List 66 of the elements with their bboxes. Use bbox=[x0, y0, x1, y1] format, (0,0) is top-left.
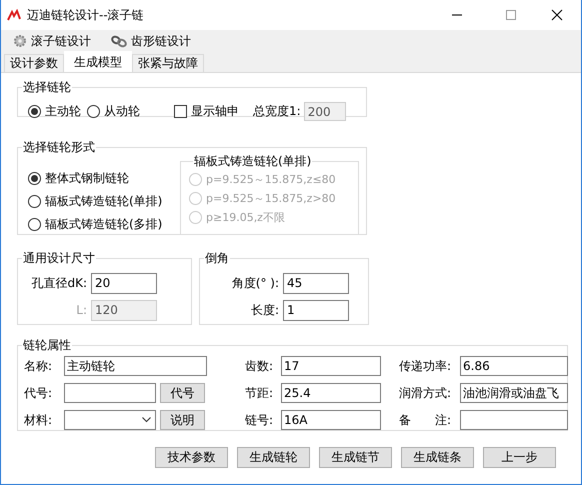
field-label: 角度(° ): bbox=[232, 274, 279, 292]
tab[interactable]: 生成模型 bbox=[64, 51, 132, 72]
radio-label: 辐板式铸造链轮(多排) bbox=[45, 216, 162, 233]
input-field[interactable]: 6.86 bbox=[460, 356, 568, 376]
input-field[interactable]: 25.4 bbox=[281, 383, 381, 403]
radio-button[interactable] bbox=[28, 105, 41, 118]
radio-label: 整体式钢制链轮 bbox=[45, 170, 129, 187]
field-label: 总宽度1: bbox=[253, 103, 301, 120]
group-title: 选择链轮 bbox=[22, 79, 72, 96]
input-field[interactable]: 16A bbox=[281, 410, 381, 430]
field-label: 名称: bbox=[24, 358, 54, 374]
chain-icon[interactable] bbox=[111, 34, 127, 48]
field-label: 材料: bbox=[24, 412, 54, 428]
radio-label: p=9.525～15.875,z≤80 bbox=[206, 172, 336, 187]
code-button[interactable]: 代号 bbox=[160, 383, 205, 403]
group-title: 倒角 bbox=[204, 250, 230, 267]
input-field[interactable] bbox=[64, 383, 156, 403]
field-label: 孔直径dK: bbox=[31, 274, 87, 292]
action-button[interactable]: 生成链条 bbox=[401, 447, 474, 468]
input-field[interactable] bbox=[460, 410, 568, 430]
field-label: L: bbox=[76, 303, 87, 317]
input-field[interactable]: 17 bbox=[281, 356, 381, 376]
toolbar-item[interactable]: 齿形链设计 bbox=[131, 32, 191, 50]
radio-label: 辐板式铸造链轮(单排) bbox=[45, 193, 162, 210]
field-label: 润滑方式: bbox=[399, 384, 452, 402]
radio-button[interactable] bbox=[87, 105, 100, 118]
action-button[interactable]: 生成链轮 bbox=[237, 447, 310, 468]
field-label: 传递功率: bbox=[399, 358, 452, 374]
checkbox-label: 显示轴申 bbox=[191, 103, 239, 120]
tab[interactable]: 张紧与故障 bbox=[132, 54, 204, 72]
radio-label: p≥19.05,z不限 bbox=[206, 210, 285, 225]
input-field[interactable]: 主动链轮 bbox=[64, 356, 207, 376]
radio-label: 从动轮 bbox=[104, 103, 140, 120]
group-title: 通用设计尺寸 bbox=[22, 250, 96, 267]
radio-button[interactable] bbox=[28, 172, 41, 185]
input-field[interactable]: 45 bbox=[283, 272, 349, 294]
radio-button[interactable] bbox=[28, 195, 41, 208]
toolbar-item[interactable]: 滚子链设计 bbox=[31, 32, 91, 50]
group-title: 选择链轮形式 bbox=[22, 139, 96, 156]
caret-icon bbox=[142, 417, 151, 423]
close-icon[interactable] bbox=[551, 9, 563, 21]
field-label: 备 注: bbox=[399, 412, 452, 428]
field-label: 代号: bbox=[24, 384, 54, 402]
field-label: 齿数: bbox=[245, 358, 274, 374]
dropdown[interactable] bbox=[64, 410, 156, 430]
action-button[interactable]: 生成链节 bbox=[319, 447, 392, 468]
gear-icon[interactable] bbox=[13, 34, 27, 48]
window-title: 迈迪链轮设计--滚子链 bbox=[27, 6, 144, 24]
maximize-icon[interactable] bbox=[505, 9, 517, 21]
input-field[interactable]: 1 bbox=[283, 300, 349, 320]
tab[interactable]: 设计参数 bbox=[4, 54, 64, 72]
input-field[interactable]: 20 bbox=[91, 272, 157, 294]
radio-label: 主动轮 bbox=[45, 103, 81, 120]
radio-label: p=9.525～15.875,z>80 bbox=[206, 191, 336, 206]
field-label: 长度: bbox=[250, 302, 279, 318]
input-field[interactable]: 油池润滑或油盘飞 bbox=[460, 383, 568, 403]
action-button[interactable]: 上一步 bbox=[483, 447, 556, 468]
group-title: 辐板式铸造链轮(单排) bbox=[193, 153, 312, 170]
group-title: 链轮属性 bbox=[22, 337, 72, 354]
checkbox[interactable] bbox=[174, 105, 187, 118]
app-logo-icon bbox=[7, 9, 21, 21]
field-label: 链号: bbox=[245, 412, 274, 428]
field-label: 节距: bbox=[245, 384, 274, 402]
radio-button[interactable] bbox=[28, 218, 41, 231]
action-button[interactable]: 技术参数 bbox=[155, 447, 228, 468]
info-button[interactable]: 说明 bbox=[160, 410, 205, 430]
